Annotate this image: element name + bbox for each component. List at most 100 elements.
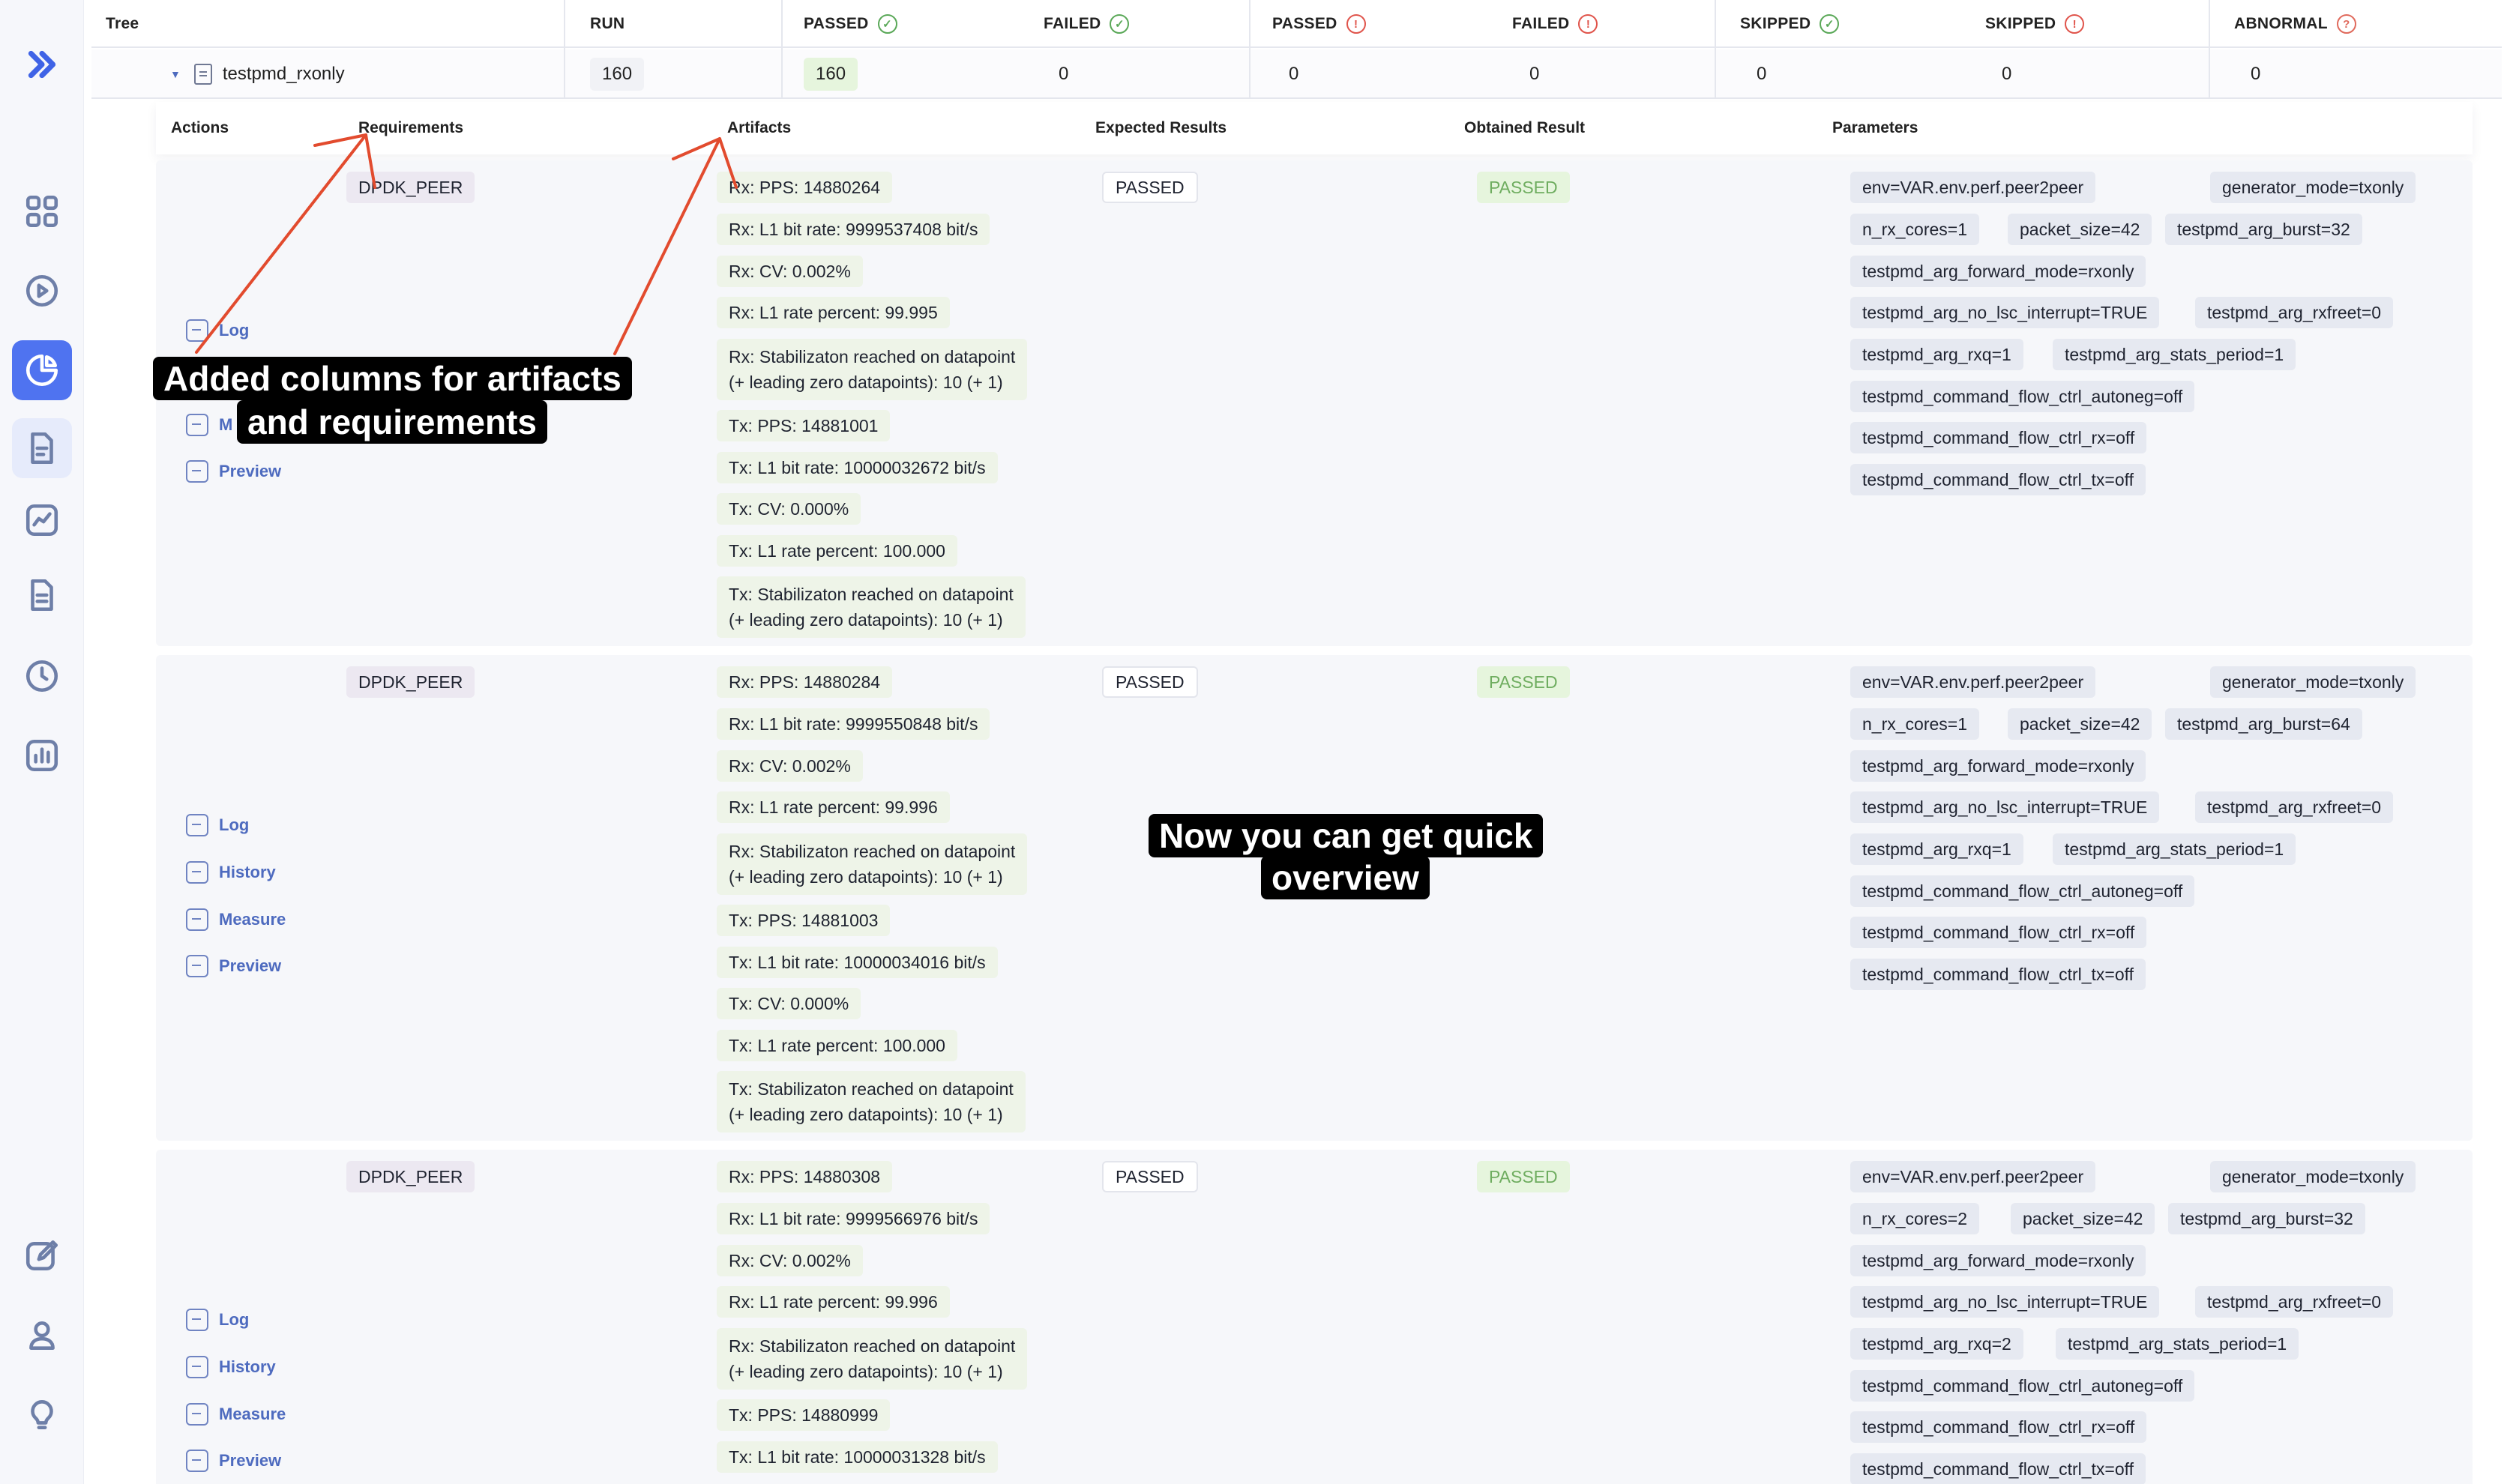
log-icon <box>186 1309 208 1331</box>
action-label: Measure <box>219 910 286 929</box>
skipped-unexpected-count: 0 <box>2002 64 2012 84</box>
chevron-down-icon[interactable]: ▼ <box>170 68 181 80</box>
edit-icon[interactable] <box>12 1226 72 1286</box>
artifact-line: (+ leading zero datapoints): 10 (+ 1) <box>729 867 1003 887</box>
annotation-label: overview <box>1261 856 1430 899</box>
artifact-line: (+ leading zero datapoints): 10 (+ 1) <box>729 1105 1003 1124</box>
artifact-item: Tx: PPS: 14881003 <box>717 905 891 936</box>
parameter-tag: n_rx_cores=1 <box>1850 214 1979 245</box>
parameter-tag: packet_size=42 <box>2011 1203 2155 1234</box>
parameter-tag: env=VAR.env.perf.peer2peer <box>1850 172 2096 203</box>
bar-chart-icon[interactable] <box>12 726 72 785</box>
details-column-requirements: Requirements <box>358 119 464 136</box>
tree-node[interactable]: ▼ testpmd_rxonly <box>170 49 345 99</box>
sidebar <box>0 0 84 1484</box>
main-content: Tree RUN PASSED ✓ FAILED ✓ PASSED! FAILED!… <box>91 0 2507 1484</box>
measure-action[interactable]: Measure <box>186 908 286 931</box>
divider <box>564 0 565 99</box>
parameter-tag: env=VAR.env.perf.peer2peer <box>1850 1161 2096 1192</box>
column-skipped-expected[interactable]: SKIPPED ✓ <box>1740 0 1840 48</box>
parameter-tag: testpmd_arg_forward_mode=rxonly <box>1850 750 2146 782</box>
check-circle-icon: ✓ <box>877 14 897 34</box>
parameter-tag: testpmd_command_flow_ctrl_autoneg=off <box>1850 875 2195 907</box>
preview-action[interactable]: Preview <box>186 955 281 977</box>
log-action[interactable]: Log <box>186 1309 249 1331</box>
trend-chart-icon[interactable] <box>12 490 72 550</box>
document-icon[interactable] <box>12 418 72 478</box>
artifact-item: Tx: L1 rate percent: 100.000 <box>717 1030 957 1061</box>
user-icon[interactable] <box>12 1306 72 1366</box>
column-skipped-unexpected[interactable]: SKIPPED! <box>1985 0 2085 48</box>
parameter-tag: testpmd_command_flow_ctrl_rx=off <box>1850 1411 2147 1443</box>
column-label: PASSED <box>1272 15 1337 32</box>
grid-icon[interactable] <box>12 181 72 241</box>
preview-action[interactable]: Preview <box>186 460 281 483</box>
annotation-label: and requirements <box>237 400 547 444</box>
parameter-tag: testpmd_arg_no_lsc_interrupt=TRUE <box>1850 297 2160 328</box>
history-action[interactable]: History <box>186 861 276 884</box>
results-table-header: Tree RUN PASSED ✓ FAILED ✓ PASSED! FAILED!… <box>91 0 2502 48</box>
parameter-tag: testpmd_arg_rxfreet=0 <box>2195 1286 2394 1318</box>
parameter-tag: testpmd_arg_rxq=1 <box>1850 339 2023 370</box>
run-count: 160 <box>590 58 645 91</box>
parameter-tag: testpmd_arg_rxfreet=0 <box>2195 791 2394 823</box>
clock-icon[interactable] <box>12 646 72 706</box>
artifact-item: Tx: CV: 0.000% <box>717 988 861 1019</box>
action-label: History <box>219 1357 276 1376</box>
log-action[interactable]: Log <box>186 814 249 836</box>
history-action[interactable]: History <box>186 1356 276 1378</box>
passed-expected-count[interactable]: 160 <box>804 58 858 91</box>
action-label: Log <box>219 321 250 340</box>
column-failed-unexpected[interactable]: FAILED! <box>1512 0 1598 48</box>
column-passed-unexpected[interactable]: PASSED! <box>1272 0 1366 48</box>
column-failed-expected[interactable]: FAILED ✓ <box>1044 0 1130 48</box>
alert-circle-icon: ! <box>2065 14 2085 34</box>
column-passed-expected[interactable]: PASSED ✓ <box>804 0 897 48</box>
action-label: M <box>219 415 233 434</box>
column-run[interactable]: RUN <box>590 0 625 48</box>
parameter-tag: testpmd_command_flow_ctrl_tx=off <box>1850 1453 2146 1484</box>
log-icon <box>186 814 208 836</box>
column-tree[interactable]: Tree <box>106 0 139 48</box>
measure-action[interactable]: M <box>186 414 232 436</box>
file-icon <box>193 64 212 85</box>
parameter-tag: testpmd_arg_stats_period=1 <box>2056 1328 2299 1360</box>
expected-result: PASSED <box>1102 666 1198 698</box>
details-header: Actions Requirements Artifacts Expected … <box>156 102 2473 154</box>
parameter-tag: generator_mode=txonly <box>2210 1161 2416 1192</box>
column-label: PASSED <box>804 15 869 32</box>
chevrons-right-icon[interactable] <box>12 34 72 94</box>
lightbulb-icon[interactable] <box>12 1385 72 1445</box>
pie-chart-icon[interactable] <box>12 340 72 400</box>
parameter-tag: testpmd_arg_rxq=1 <box>1850 833 2023 865</box>
parameter-tag: testpmd_command_flow_ctrl_tx=off <box>1850 959 2146 990</box>
details-column-actions: Actions <box>171 119 229 136</box>
artifact-item: Rx: L1 bit rate: 9999537408 bit/s <box>717 214 990 245</box>
parameter-tag: testpmd_arg_rxfreet=0 <box>2195 297 2394 328</box>
parameter-tag: generator_mode=txonly <box>2210 666 2416 698</box>
table-row[interactable]: ▼ testpmd_rxonly 160 160 0 0 0 0 0 0 <box>91 49 2502 99</box>
failed-unexpected-count: 0 <box>1529 64 1540 84</box>
divider <box>1249 0 1251 99</box>
parameter-tag: testpmd_arg_no_lsc_interrupt=TRUE <box>1850 791 2160 823</box>
measure-icon <box>186 414 208 436</box>
artifact-item: Tx: PPS: 14880999 <box>717 1399 891 1431</box>
play-circle-icon[interactable] <box>12 261 72 321</box>
requirement-tag: DPDK_PEER <box>346 666 475 698</box>
column-abnormal[interactable]: ABNORMAL? <box>2234 0 2356 48</box>
log-action[interactable]: Log <box>186 319 249 342</box>
measure-action[interactable]: Measure <box>186 1403 286 1426</box>
divider <box>2209 0 2210 99</box>
artifact-item: Rx: Stabilizaton reached on datapoint (+ … <box>717 339 1028 400</box>
parameter-tag: testpmd_arg_no_lsc_interrupt=TRUE <box>1850 1286 2160 1318</box>
preview-action[interactable]: Preview <box>186 1450 281 1472</box>
parameter-tag: env=VAR.env.perf.peer2peer <box>1850 666 2096 698</box>
alert-circle-icon: ! <box>1346 14 1366 34</box>
file-text-icon[interactable] <box>12 565 72 625</box>
parameter-tag: n_rx_cores=2 <box>1850 1203 1979 1234</box>
obtained-result: PASSED <box>1477 172 1570 203</box>
column-label: ABNORMAL <box>2234 15 2328 32</box>
parameter-tag: testpmd_command_flow_ctrl_tx=off <box>1850 464 2146 495</box>
parameter-tag: testpmd_arg_stats_period=1 <box>2053 339 2296 370</box>
artifact-item: Rx: CV: 0.002% <box>717 1245 863 1276</box>
